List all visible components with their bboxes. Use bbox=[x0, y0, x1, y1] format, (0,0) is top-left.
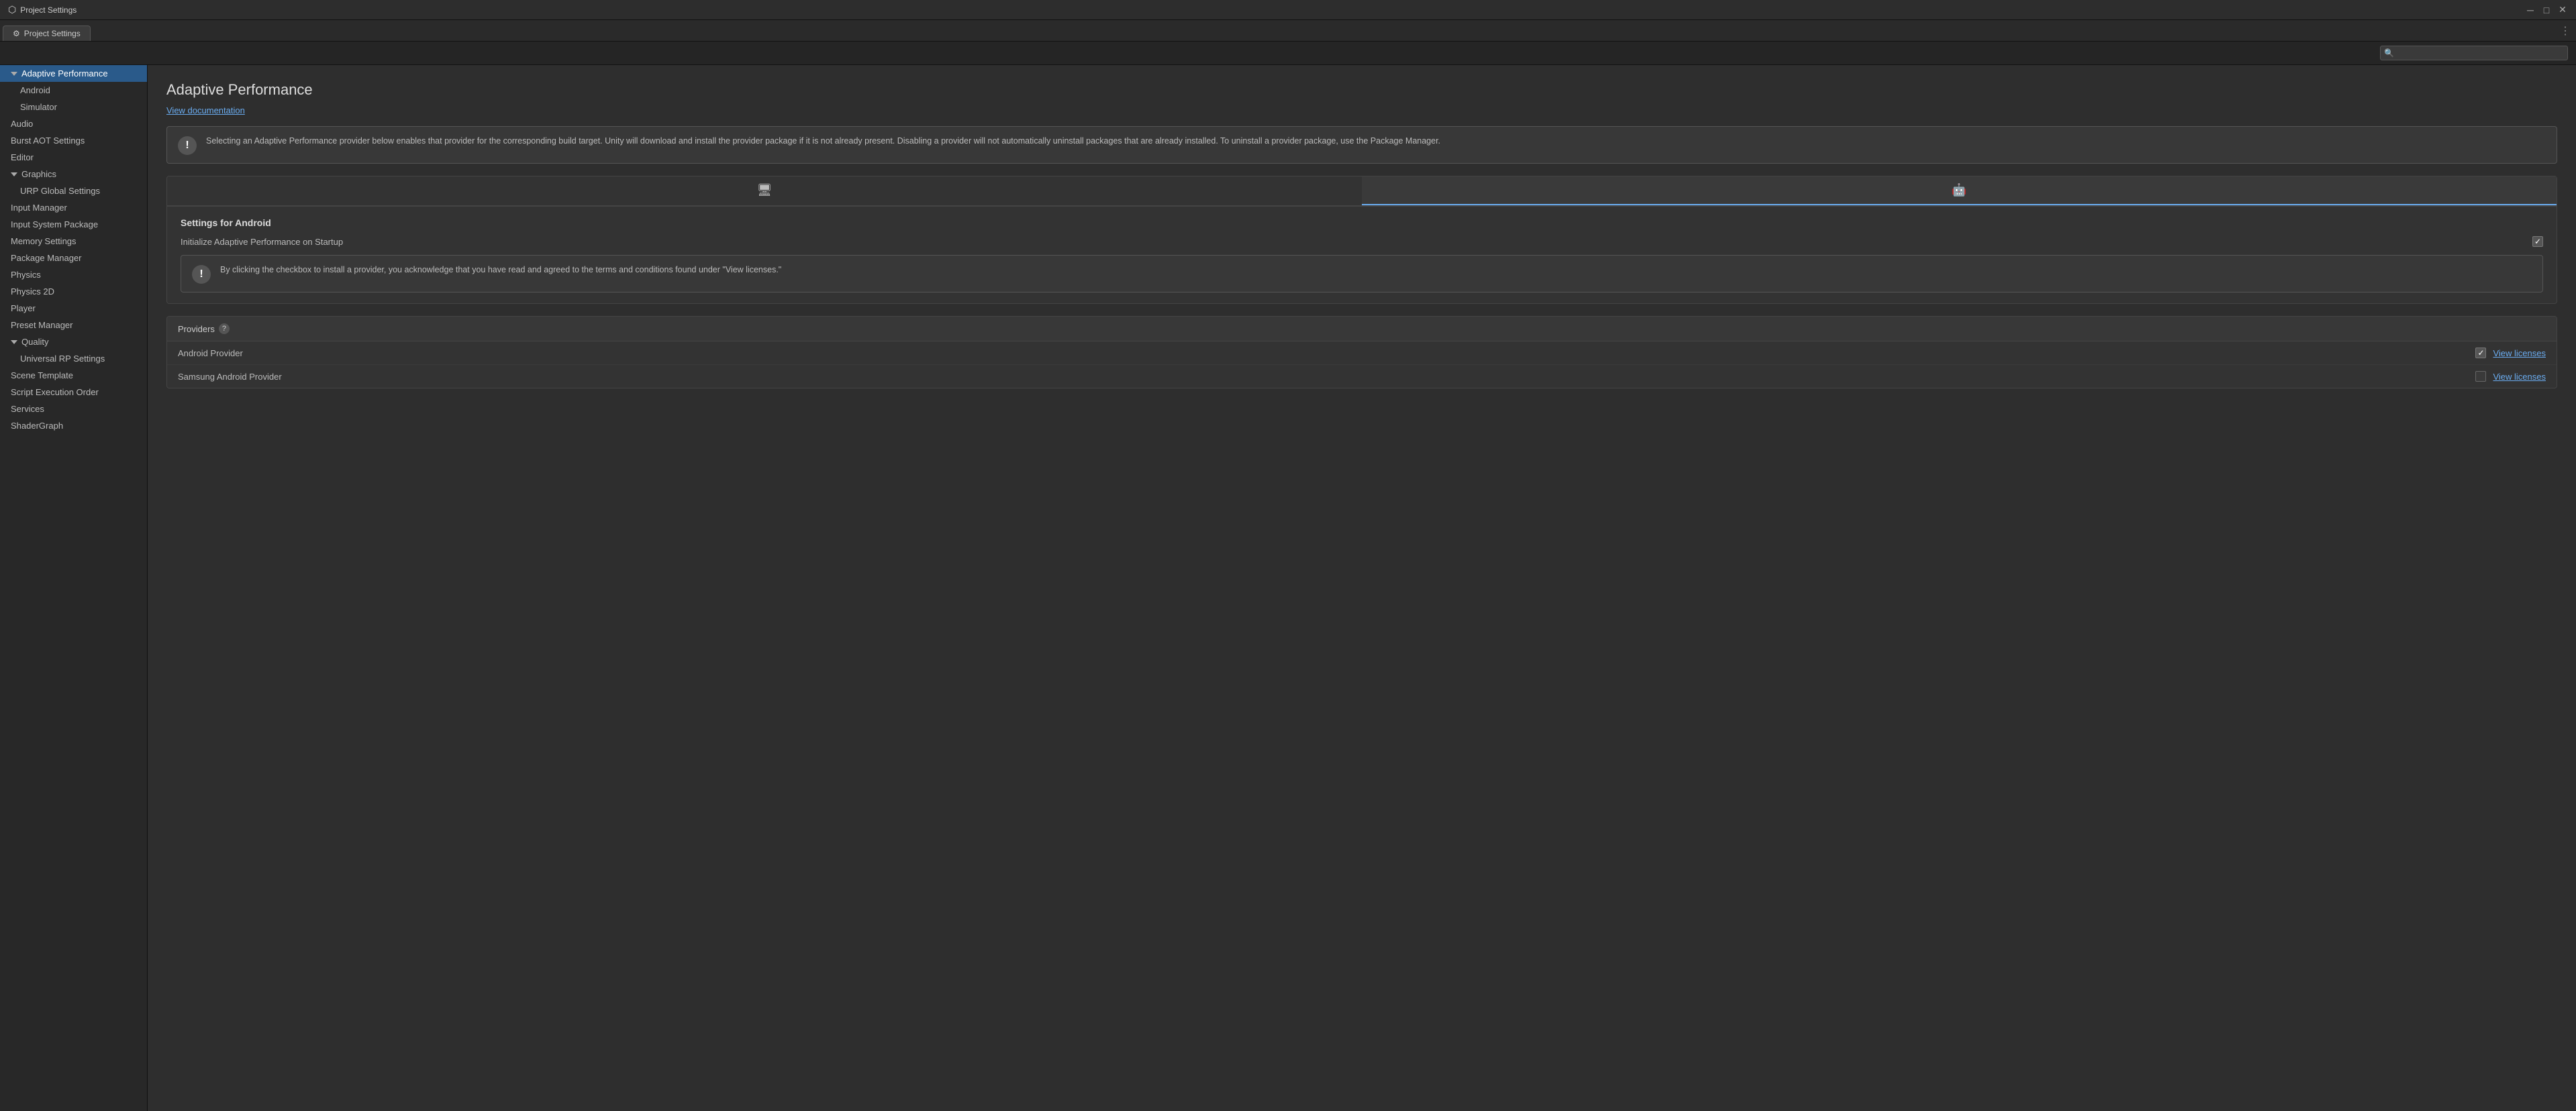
sidebar-item-shader-graph[interactable]: ShaderGraph bbox=[0, 417, 147, 434]
providers-help-icon[interactable]: ? bbox=[219, 323, 230, 334]
sidebar-label: Simulator bbox=[20, 102, 57, 112]
sidebar-item-memory-settings[interactable]: Memory Settings bbox=[0, 233, 147, 250]
android-provider-checkbox[interactable] bbox=[2475, 348, 2486, 358]
close-button[interactable]: ✕ bbox=[2557, 5, 2568, 15]
providers-header: Providers ? bbox=[167, 317, 2557, 341]
desktop-platform-tab[interactable]: 🖥 bbox=[167, 176, 1362, 205]
title-bar: ⬡ Project Settings ─ □ ✕ bbox=[0, 0, 2576, 20]
title-bar-left: ⬡ Project Settings bbox=[8, 4, 77, 15]
sidebar-label: Editor bbox=[11, 152, 34, 162]
sidebar-item-scene-template[interactable]: Scene Template bbox=[0, 367, 147, 384]
sidebar-item-graphics[interactable]: Graphics bbox=[0, 166, 147, 182]
sidebar-label: Android bbox=[20, 85, 50, 95]
sidebar-item-input-system[interactable]: Input System Package bbox=[0, 216, 147, 233]
sidebar-item-physics[interactable]: Physics bbox=[0, 266, 147, 283]
sidebar-label: Package Manager bbox=[11, 253, 82, 263]
sidebar-item-burst-aot[interactable]: Burst AOT Settings bbox=[0, 132, 147, 149]
sidebar-label: Input System Package bbox=[11, 219, 98, 229]
android-provider-name: Android Provider bbox=[178, 348, 2475, 358]
sidebar-item-adaptive-performance[interactable]: Adaptive Performance bbox=[0, 65, 147, 82]
minimize-button[interactable]: ─ bbox=[2525, 5, 2536, 15]
triangle-icon bbox=[11, 172, 17, 176]
tab-menu-button[interactable]: ⋮ bbox=[2560, 24, 2571, 38]
sidebar-label: Quality bbox=[21, 337, 48, 347]
window-title: Project Settings bbox=[20, 5, 77, 15]
sidebar-item-urp-global[interactable]: URP Global Settings bbox=[0, 182, 147, 199]
search-input[interactable] bbox=[2380, 46, 2568, 60]
android-provider-view-licenses[interactable]: View licenses bbox=[2493, 348, 2546, 358]
sidebar-item-preset-manager[interactable]: Preset Manager bbox=[0, 317, 147, 333]
sidebar-label: Input Manager bbox=[11, 203, 67, 213]
sidebar-label: URP Global Settings bbox=[20, 186, 100, 196]
providers-section: Providers ? Android Provider View licens… bbox=[166, 316, 2557, 388]
sidebar-item-input-manager[interactable]: Input Manager bbox=[0, 199, 147, 216]
sidebar-label: Player bbox=[11, 303, 36, 313]
samsung-provider-row: Samsung Android Provider View licenses bbox=[167, 365, 2557, 388]
settings-section-title: Settings for Android bbox=[181, 217, 2543, 228]
sidebar-label: Script Execution Order bbox=[11, 387, 99, 397]
search-wrap: 🔍 bbox=[2380, 46, 2568, 60]
sidebar-item-universal-rp[interactable]: Universal RP Settings bbox=[0, 350, 147, 367]
triangle-icon bbox=[11, 72, 17, 76]
sidebar-item-android[interactable]: Android bbox=[0, 82, 147, 99]
title-bar-controls: ─ □ ✕ bbox=[2525, 5, 2568, 15]
sidebar-label: Graphics bbox=[21, 169, 56, 179]
samsung-provider-name: Samsung Android Provider bbox=[178, 372, 2475, 382]
search-bar: 🔍 bbox=[0, 42, 2576, 65]
sidebar-label: Physics 2D bbox=[11, 286, 54, 297]
page-title: Adaptive Performance bbox=[166, 81, 2557, 99]
info-box-main: ! Selecting an Adaptive Performance prov… bbox=[166, 126, 2557, 164]
sidebar-item-physics-2d[interactable]: Physics 2D bbox=[0, 283, 147, 300]
sidebar-label: Memory Settings bbox=[11, 236, 77, 246]
settings-for-android-section: Settings for Android Initialize Adaptive… bbox=[166, 206, 2557, 304]
initialize-label: Initialize Adaptive Performance on Start… bbox=[181, 237, 2522, 247]
info-box-checkbox: ! By clicking the checkbox to install a … bbox=[181, 255, 2543, 293]
view-documentation-link[interactable]: View documentation bbox=[166, 105, 245, 115]
initialize-setting-row: Initialize Adaptive Performance on Start… bbox=[181, 236, 2543, 247]
sidebar-label: Universal RP Settings bbox=[20, 354, 105, 364]
content-area: Adaptive Performance View documentation … bbox=[148, 65, 2576, 1111]
platform-tabs: 🖥 🤖 bbox=[166, 176, 2557, 206]
android-platform-tab[interactable]: 🤖 bbox=[1362, 176, 2557, 205]
samsung-provider-view-licenses[interactable]: View licenses bbox=[2493, 372, 2546, 382]
sidebar-label: Physics bbox=[11, 270, 41, 280]
samsung-provider-checkbox[interactable] bbox=[2475, 371, 2486, 382]
checkbox-info-text: By clicking the checkbox to install a pr… bbox=[220, 264, 781, 276]
sidebar-item-audio[interactable]: Audio bbox=[0, 115, 147, 132]
android-icon: 🤖 bbox=[1952, 183, 1967, 197]
sidebar-item-simulator[interactable]: Simulator bbox=[0, 99, 147, 115]
search-icon: 🔍 bbox=[2384, 48, 2394, 58]
triangle-icon bbox=[11, 340, 17, 344]
info-box-text: Selecting an Adaptive Performance provid… bbox=[206, 135, 1440, 148]
sidebar-item-quality[interactable]: Quality bbox=[0, 333, 147, 350]
project-settings-tab[interactable]: ⚙ Project Settings bbox=[3, 25, 91, 41]
sidebar-item-package-manager[interactable]: Package Manager bbox=[0, 250, 147, 266]
sidebar-label: Preset Manager bbox=[11, 320, 73, 330]
sidebar-label: Scene Template bbox=[11, 370, 73, 380]
tab-bar: ⚙ Project Settings ⋮ bbox=[0, 20, 2576, 42]
sidebar-item-services[interactable]: Services bbox=[0, 401, 147, 417]
sidebar-item-player[interactable]: Player bbox=[0, 300, 147, 317]
tab-gear-icon: ⚙ bbox=[13, 29, 20, 38]
sidebar-label: Services bbox=[11, 404, 44, 414]
exclamation-icon-2: ! bbox=[192, 265, 211, 284]
monitor-icon: 🖥 bbox=[757, 183, 773, 197]
sidebar-label: Adaptive Performance bbox=[21, 68, 108, 78]
maximize-button[interactable]: □ bbox=[2541, 5, 2552, 15]
sidebar: Adaptive Performance Android Simulator A… bbox=[0, 65, 148, 1111]
android-provider-row: Android Provider View licenses bbox=[167, 341, 2557, 365]
providers-label: Providers bbox=[178, 324, 215, 334]
exclamation-icon: ! bbox=[178, 136, 197, 155]
sidebar-label: ShaderGraph bbox=[11, 421, 63, 431]
sidebar-label: Audio bbox=[11, 119, 33, 129]
initialize-checkbox[interactable] bbox=[2532, 236, 2543, 247]
sidebar-item-editor[interactable]: Editor bbox=[0, 149, 147, 166]
tab-label: Project Settings bbox=[24, 29, 81, 38]
main-layout: Adaptive Performance Android Simulator A… bbox=[0, 65, 2576, 1111]
sidebar-label: Burst AOT Settings bbox=[11, 136, 85, 146]
unity-logo-icon: ⬡ bbox=[8, 4, 16, 15]
sidebar-item-script-execution[interactable]: Script Execution Order bbox=[0, 384, 147, 401]
